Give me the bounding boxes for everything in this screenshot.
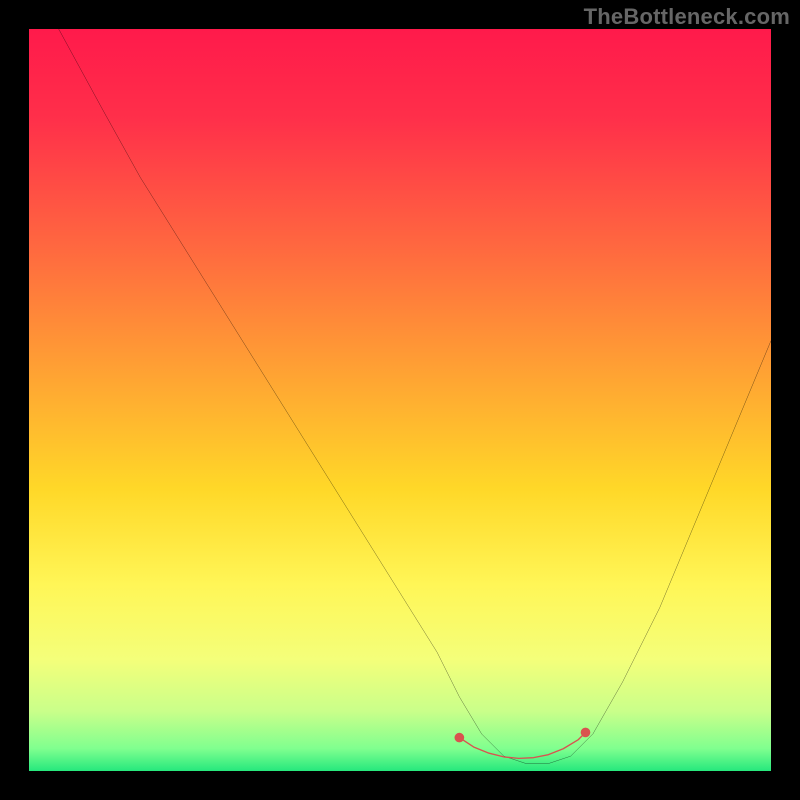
plot-area xyxy=(29,29,771,771)
curve-layer xyxy=(29,29,771,771)
optimal-range-marker xyxy=(459,732,585,758)
optimal-range-start-dot xyxy=(455,733,465,743)
bottleneck-curve xyxy=(59,29,771,764)
optimal-range-end-dot xyxy=(581,728,591,738)
chart-container: TheBottleneck.com xyxy=(0,0,800,800)
watermark-label: TheBottleneck.com xyxy=(584,4,790,30)
